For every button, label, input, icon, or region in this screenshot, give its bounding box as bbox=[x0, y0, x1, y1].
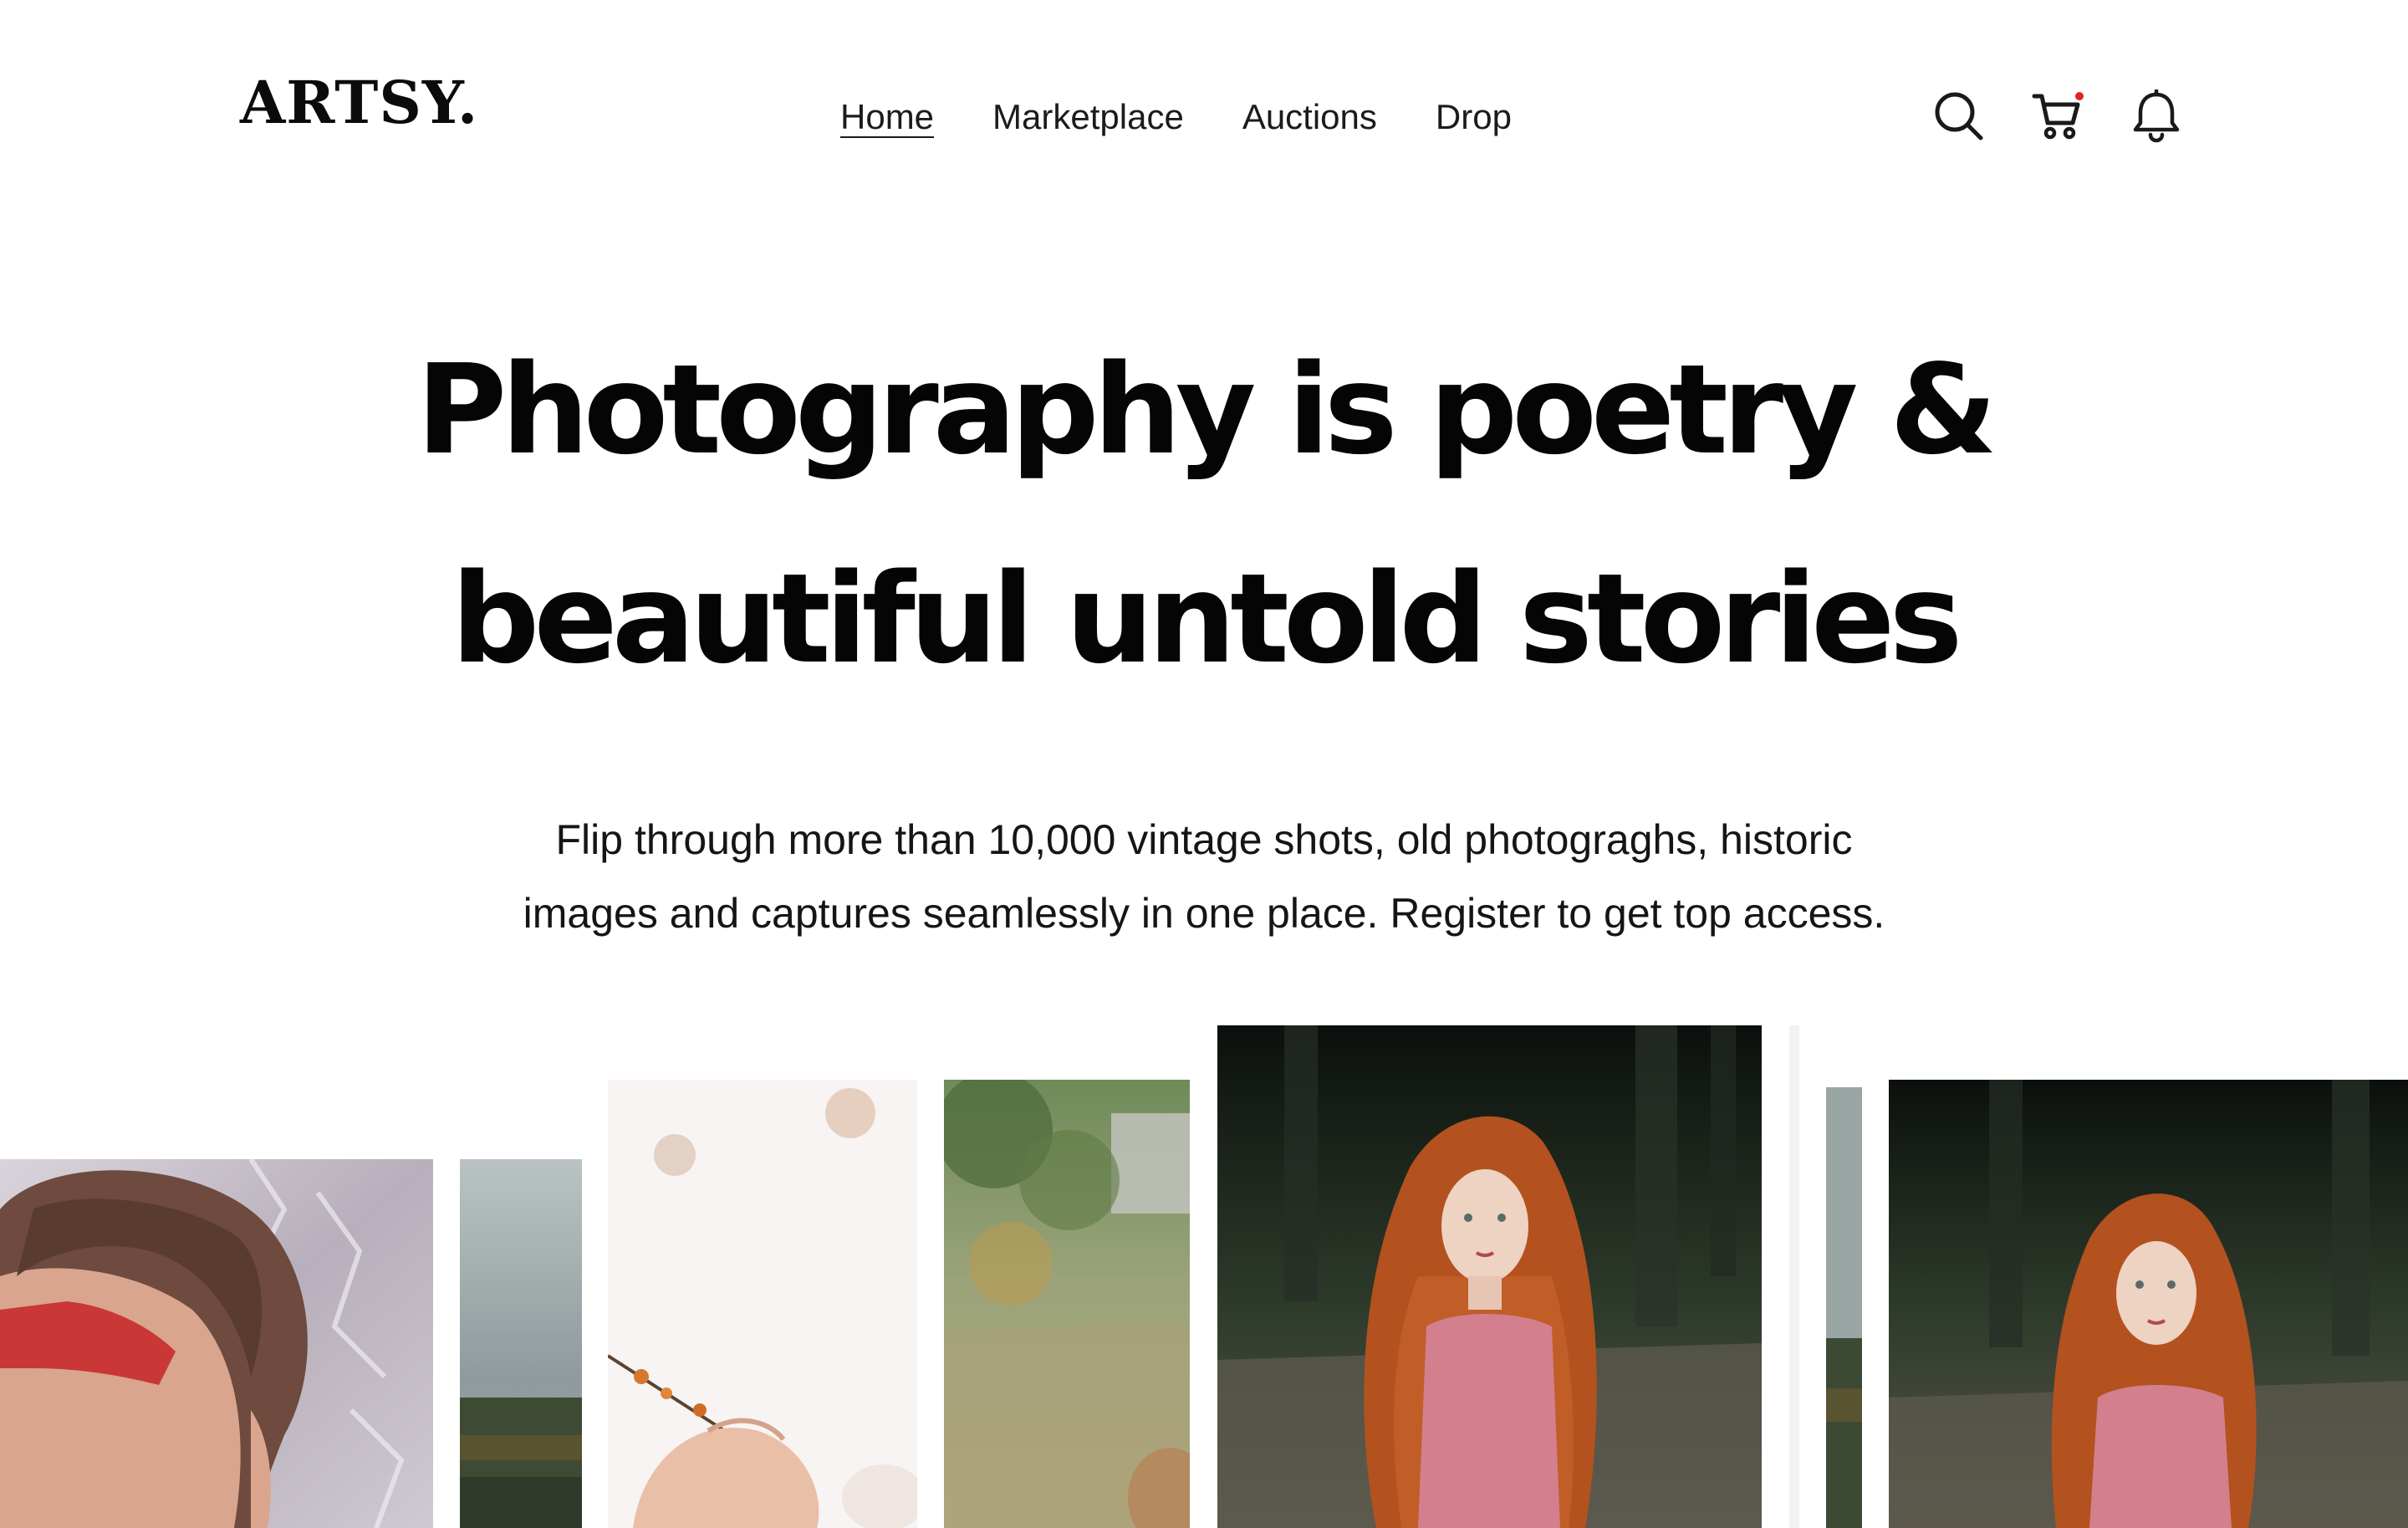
cloudy-landscape-photo[interactable] bbox=[460, 1159, 582, 1528]
nav-home[interactable]: Home bbox=[840, 94, 934, 141]
bell-icon[interactable] bbox=[2127, 87, 2186, 146]
search-icon[interactable] bbox=[1930, 87, 1988, 146]
hand-branch-photo[interactable] bbox=[608, 1080, 917, 1528]
cart-icon[interactable] bbox=[2028, 87, 2087, 146]
landscape-slit-photo[interactable] bbox=[1826, 1087, 1862, 1528]
hero-subtitle-line2: images and captures seamlessly in one pl… bbox=[523, 890, 1885, 937]
cart-indicator-dot bbox=[2075, 92, 2084, 100]
white-slit-photo[interactable] bbox=[1789, 1025, 1799, 1528]
hero-subtitle: Flip through more than 10,000 vintage sh… bbox=[0, 803, 2408, 950]
nav-marketplace[interactable]: Marketplace bbox=[992, 94, 1184, 141]
nav-drop[interactable]: Drop bbox=[1436, 94, 1512, 141]
brand-logo[interactable]: ARTSY. bbox=[240, 74, 478, 132]
boy-red-sunglasses-photo[interactable] bbox=[0, 1159, 433, 1528]
header-actions bbox=[1930, 87, 2186, 146]
nav-auctions[interactable]: Auctions bbox=[1242, 94, 1377, 141]
hero-title: Photography is poetry & beautiful untold… bbox=[0, 305, 2408, 723]
hero-subtitle-line1: Flip through more than 10,000 vintage sh… bbox=[555, 816, 1853, 863]
main-nav: Home Marketplace Auctions Drop bbox=[840, 94, 1570, 141]
hero-title-line2: beautiful untold stories bbox=[451, 547, 1962, 691]
hero-title-line1: Photography is poetry & bbox=[416, 338, 1997, 482]
meadow-photo[interactable] bbox=[944, 1080, 1190, 1528]
red-haired-girl-forest-photo-2[interactable] bbox=[1889, 1080, 2408, 1528]
red-haired-girl-forest-photo[interactable] bbox=[1217, 1025, 1762, 1528]
